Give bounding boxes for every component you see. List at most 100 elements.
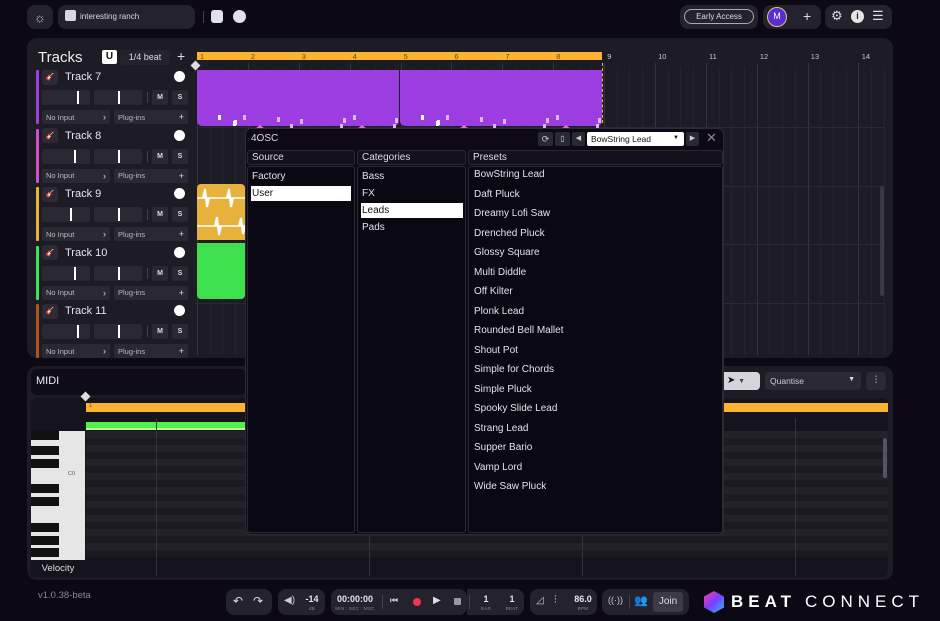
- preset-item[interactable]: Simple Pluck: [474, 384, 532, 395]
- metronome-icon[interactable]: ◿: [536, 595, 544, 606]
- preset-item[interactable]: Spooky Slide Lead: [474, 403, 557, 414]
- preset-item[interactable]: BowString Lead: [474, 169, 545, 180]
- category-item[interactable]: Bass: [361, 169, 463, 184]
- slider-thumb[interactable]: [118, 91, 120, 104]
- preset-select[interactable]: BowString Lead ▼: [587, 132, 684, 146]
- clip-track9[interactable]: [197, 184, 246, 240]
- early-access-button[interactable]: Early Access: [684, 9, 754, 24]
- black-key[interactable]: [31, 446, 59, 455]
- slider-thumb[interactable]: [118, 325, 120, 338]
- bar-value[interactable]: 1: [477, 594, 495, 604]
- volume-value[interactable]: -14: [303, 594, 321, 604]
- theme-toggle-button[interactable]: ☼: [27, 5, 53, 29]
- preset-item[interactable]: Simple for Chords: [474, 364, 554, 375]
- volume-slider[interactable]: [42, 265, 90, 281]
- preset-item[interactable]: Daft Pluck: [474, 189, 520, 200]
- next-preset-button[interactable]: ▶: [686, 132, 699, 146]
- preset-item[interactable]: Glossy Square: [474, 247, 540, 258]
- gear-icon[interactable]: ⚙: [831, 8, 843, 24]
- save-lock-icon[interactable]: [211, 10, 223, 23]
- slider-thumb[interactable]: [73, 149, 76, 163]
- track-name[interactable]: Track 10: [65, 247, 107, 259]
- category-item[interactable]: Leads: [361, 203, 463, 218]
- slider-thumb[interactable]: [118, 149, 120, 163]
- track-name[interactable]: Track 8: [65, 130, 101, 142]
- black-key[interactable]: [31, 459, 59, 468]
- track-name[interactable]: Track 7: [65, 71, 101, 83]
- preset-item[interactable]: Strang Lead: [474, 423, 529, 434]
- category-item[interactable]: FX: [361, 186, 463, 201]
- midi-note[interactable]: [277, 117, 280, 122]
- preset-item[interactable]: Dreamy Lofi Saw: [474, 208, 550, 219]
- solo-button[interactable]: S: [172, 90, 188, 105]
- preset-item[interactable]: Vamp Lord: [474, 462, 522, 473]
- black-key[interactable]: [31, 431, 59, 440]
- bpm-value[interactable]: 86.0: [572, 594, 594, 604]
- preset-item[interactable]: Shout Pot: [474, 345, 518, 356]
- midi-loop-bar-right[interactable]: [724, 403, 888, 412]
- input-select[interactable]: No Input ›: [42, 168, 110, 183]
- clip-track10[interactable]: [197, 243, 245, 299]
- preset-item[interactable]: Plonk Lead: [474, 306, 524, 317]
- solo-button[interactable]: S: [172, 324, 188, 339]
- record-button[interactable]: [413, 598, 421, 606]
- project-name[interactable]: interesting ranch: [80, 12, 139, 21]
- add-track-button[interactable]: +: [177, 48, 185, 64]
- midi-note[interactable]: [243, 115, 246, 120]
- midi-scrollbar[interactable]: [883, 438, 887, 478]
- black-key[interactable]: [31, 497, 59, 506]
- solo-button[interactable]: S: [172, 265, 188, 281]
- black-key[interactable]: [31, 484, 59, 493]
- timeline-scrollbar[interactable]: [880, 186, 884, 296]
- pointer-tool-select[interactable]: ➤ ▼: [724, 372, 760, 390]
- input-select[interactable]: No Input ›: [42, 285, 110, 300]
- midi-note[interactable]: [421, 115, 424, 120]
- skip-to-start-icon[interactable]: ⏮: [390, 595, 398, 606]
- refresh-icon[interactable]: ⟳: [538, 132, 553, 146]
- source-item[interactable]: User: [251, 186, 351, 201]
- instrument-icon[interactable]: 🎸: [42, 69, 58, 85]
- solo-button[interactable]: S: [172, 148, 188, 164]
- midi-loop-bar[interactable]: [86, 403, 245, 412]
- broadcast-icon[interactable]: ((·)): [608, 595, 623, 605]
- mute-button[interactable]: M: [152, 90, 168, 105]
- plugins-button[interactable]: Plug-ins +: [114, 168, 188, 183]
- slider-thumb[interactable]: [76, 91, 79, 104]
- prev-preset-button[interactable]: ◀: [572, 132, 585, 146]
- lock-icon[interactable]: [454, 598, 461, 605]
- record-arm-button[interactable]: [174, 305, 185, 316]
- midi-note[interactable]: [598, 118, 601, 123]
- preset-item[interactable]: Off Kilter: [474, 286, 513, 297]
- mute-button[interactable]: M: [152, 207, 168, 222]
- midi-note[interactable]: [556, 115, 559, 120]
- midi-note[interactable]: [234, 120, 237, 125]
- midi-note[interactable]: [300, 119, 303, 124]
- loop-end-marker[interactable]: [602, 63, 603, 123]
- plugins-button[interactable]: Plug-ins +: [114, 227, 188, 241]
- category-item[interactable]: Pads: [361, 220, 463, 235]
- white-key[interactable]: [31, 470, 85, 484]
- instrument-icon[interactable]: 🎸: [42, 303, 58, 319]
- snap-select[interactable]: 1/4 beat: [120, 50, 170, 65]
- volume-slider[interactable]: [42, 148, 90, 164]
- midi-note[interactable]: [395, 118, 398, 123]
- undo-icon[interactable]: ↶: [233, 594, 243, 608]
- mute-button[interactable]: M: [152, 265, 168, 281]
- midi-note[interactable]: [343, 118, 346, 123]
- users-icon[interactable]: 👥: [634, 594, 648, 607]
- pan-slider[interactable]: [94, 207, 142, 222]
- black-key[interactable]: [31, 523, 59, 532]
- plugins-button[interactable]: Plug-ins +: [114, 285, 188, 300]
- slider-thumb[interactable]: [69, 208, 72, 221]
- clip-track7-b[interactable]: [400, 70, 602, 126]
- midi-clip-green[interactable]: [86, 422, 245, 430]
- preset-item[interactable]: Drenched Pluck: [474, 228, 545, 239]
- white-key[interactable]: [31, 509, 85, 523]
- track-name[interactable]: Track 11: [65, 305, 107, 317]
- preset-item[interactable]: Supper Bario: [474, 442, 532, 453]
- mute-button[interactable]: M: [152, 148, 168, 164]
- quantise-select[interactable]: Quantise ▼: [765, 372, 861, 390]
- pan-slider[interactable]: [94, 324, 142, 339]
- menu-icon[interactable]: ☰: [872, 8, 884, 24]
- preset-item[interactable]: Wide Saw Pluck: [474, 481, 546, 492]
